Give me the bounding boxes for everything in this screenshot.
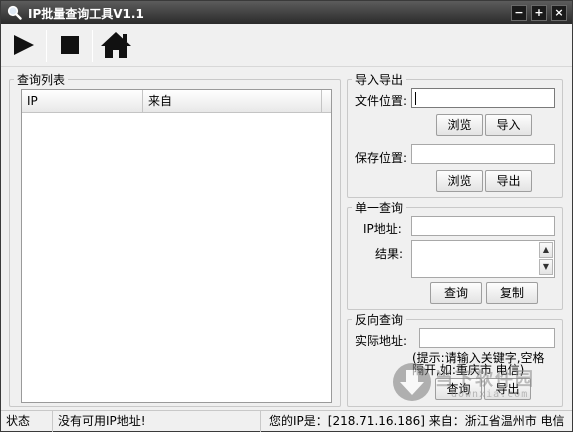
status-bar: 状态 没有可用IP地址! 您的IP是：[218.71.16.186] 来自：浙江… (1, 410, 572, 432)
import-button[interactable]: 导入 (485, 114, 532, 136)
reverse-query-title: 反向查询 (355, 313, 404, 327)
reverse-export-button[interactable]: 导出 (484, 378, 531, 400)
file-location-label: 文件位置: (355, 94, 408, 108)
scroll-down-arrow[interactable]: ▼ (539, 259, 553, 275)
your-ip-info: 您的IP是：[218.71.16.186] 来自：浙江省温州市 电信 (269, 414, 565, 428)
export-button[interactable]: 导出 (485, 170, 532, 192)
result-textarea[interactable]: ▲ ▼ (411, 240, 555, 278)
result-label: 结果: (375, 247, 404, 261)
reverse-query-button[interactable]: 查询 (435, 378, 482, 400)
query-list-title: 查询列表 (17, 73, 66, 87)
ip-address-label: IP地址: (363, 222, 402, 236)
hint-text-line2: 隔开,如:重庆市 电信) (412, 363, 525, 377)
scroll-up-arrow[interactable]: ▲ (539, 242, 553, 258)
toolbar-separator (92, 30, 93, 62)
status-label: 状态 (1, 411, 53, 432)
status-message: 没有可用IP地址! (53, 411, 261, 432)
single-query-button[interactable]: 查询 (430, 282, 482, 304)
actual-address-input[interactable] (419, 328, 555, 348)
close-button[interactable]: × (551, 5, 567, 21)
file-location-input[interactable] (411, 88, 555, 108)
browse-file-button[interactable]: 浏览 (436, 114, 483, 136)
title-bar[interactable]: IP批量查询工具V1.1 − + × (1, 1, 572, 24)
browse-save-button[interactable]: 浏览 (436, 170, 483, 192)
single-query-title: 单一查询 (355, 201, 404, 215)
window-title: IP批量查询工具V1.1 (28, 7, 144, 21)
save-location-input[interactable] (411, 144, 555, 164)
column-header-ip[interactable]: IP (22, 90, 143, 113)
save-location-label: 保存位置: (355, 151, 408, 165)
column-header-from[interactable]: 来自 (143, 90, 322, 113)
actual-address-label: 实际地址: (355, 334, 408, 348)
stop-icon[interactable] (53, 29, 87, 61)
import-export-title: 导入导出 (355, 73, 404, 87)
list-header: IP 来自 (22, 90, 331, 113)
toolbar (1, 24, 572, 67)
ip-list-view[interactable]: IP 来自 (21, 89, 332, 403)
toolbar-separator (46, 30, 47, 62)
minimize-button[interactable]: − (511, 5, 527, 21)
text-caret (415, 92, 416, 105)
magnifier-icon (7, 5, 22, 20)
home-icon[interactable] (99, 29, 133, 61)
copy-button[interactable]: 复制 (486, 282, 538, 304)
maximize-button[interactable]: + (531, 5, 547, 21)
play-icon[interactable] (7, 29, 41, 61)
column-header-empty[interactable] (322, 90, 331, 113)
main-window: IP批量查询工具V1.1 − + × 查询列表 IP 来自 导入导出 文件位置: (0, 0, 573, 432)
ip-address-input[interactable] (411, 216, 555, 236)
